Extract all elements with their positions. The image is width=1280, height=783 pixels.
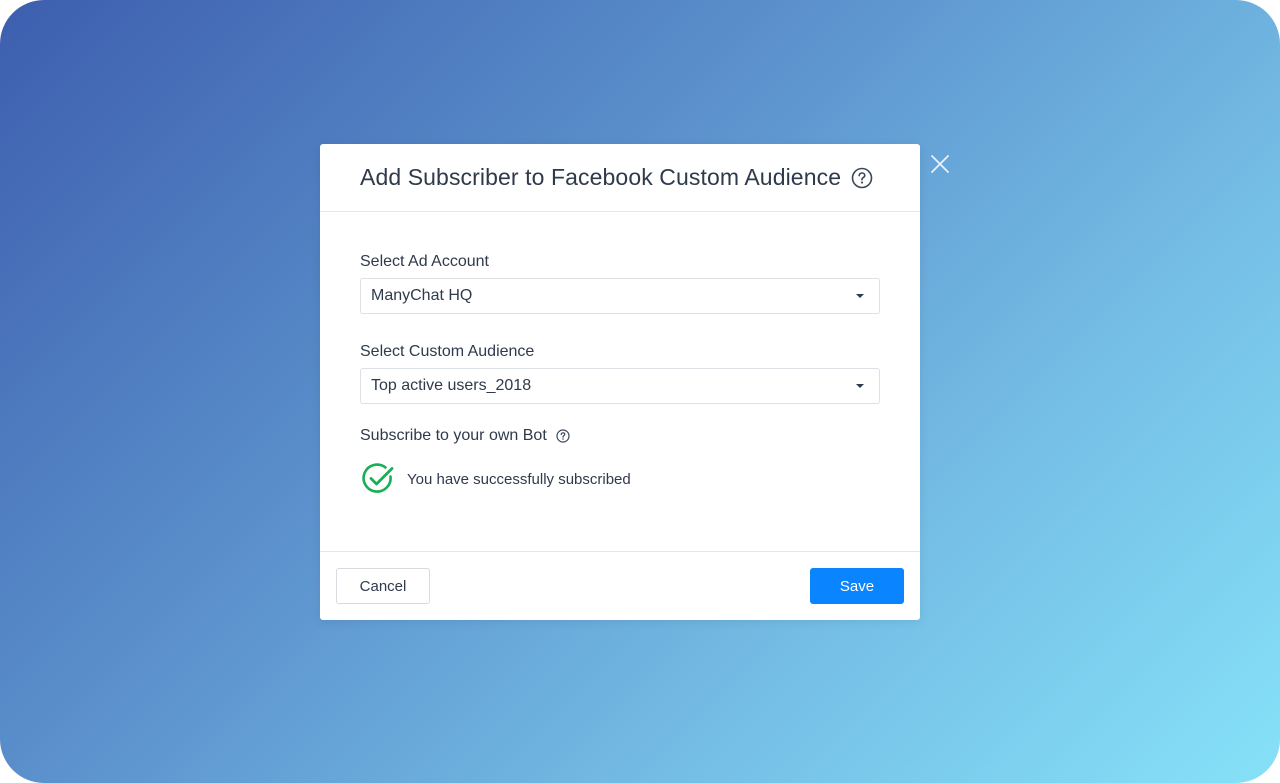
- ad-account-value: ManyChat HQ: [371, 287, 473, 304]
- close-icon: [931, 155, 949, 173]
- ad-account-label: Select Ad Account: [360, 253, 489, 270]
- subscribe-label: Subscribe to your own Bot: [360, 427, 547, 444]
- custom-audience-value: Top active users_2018: [371, 377, 532, 394]
- modal-title: Add Subscriber to Facebook Custom Audien…: [360, 164, 842, 190]
- close-button[interactable]: [928, 152, 952, 176]
- custom-audience-select[interactable]: Top active users_2018: [360, 368, 880, 404]
- modal-footer: Cancel Save: [320, 551, 920, 620]
- question-circle-icon: [851, 167, 873, 188]
- modal-header: Add Subscriber to Facebook Custom Audien…: [320, 144, 920, 212]
- caret-down-icon: [856, 384, 864, 388]
- subscription-status: You have successfully subscribed: [361, 462, 880, 496]
- custom-audience-label: Select Custom Audience: [360, 343, 535, 360]
- save-button[interactable]: Save: [810, 568, 904, 604]
- ad-account-select[interactable]: ManyChat HQ: [360, 278, 880, 314]
- subscription-status-text: You have successfully subscribed: [407, 470, 631, 488]
- custom-audience-modal: Add Subscriber to Facebook Custom Audien…: [320, 144, 920, 620]
- custom-audience-field: Select Custom Audience Top active users_…: [360, 342, 880, 404]
- subscribe-help-button[interactable]: [556, 429, 570, 443]
- question-circle-icon: [556, 429, 570, 443]
- title-help-button[interactable]: [851, 167, 873, 189]
- modal-body: Select Ad Account ManyChat HQ Select Cus…: [320, 212, 920, 496]
- cancel-button[interactable]: Cancel: [336, 568, 430, 604]
- check-circle-icon: [361, 462, 395, 496]
- modal-backdrop: Add Subscriber to Facebook Custom Audien…: [0, 0, 1280, 783]
- subscribe-section: Subscribe to your own Bot: [360, 426, 880, 446]
- ad-account-field: Select Ad Account ManyChat HQ: [360, 252, 880, 314]
- caret-down-icon: [856, 294, 864, 298]
